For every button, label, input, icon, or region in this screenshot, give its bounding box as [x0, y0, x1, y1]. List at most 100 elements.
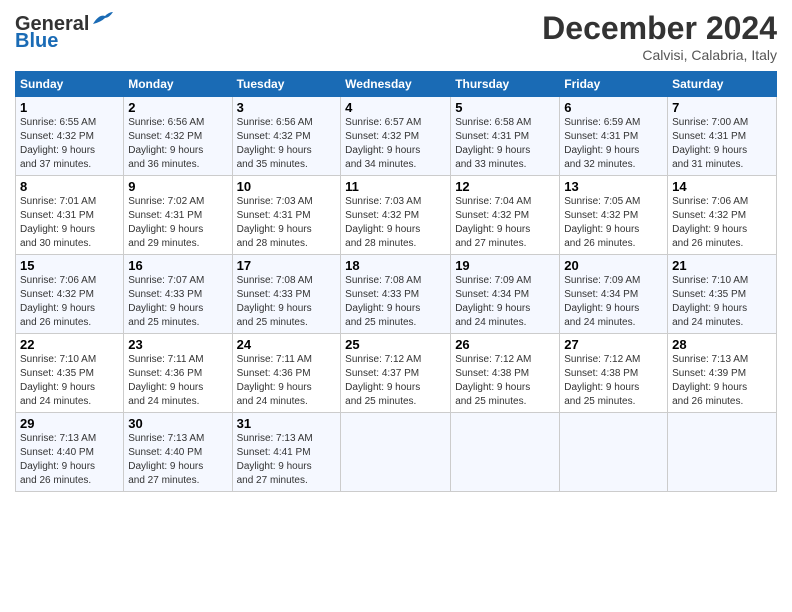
day-number: 13 [564, 179, 663, 194]
calendar-cell: 15Sunrise: 7:06 AM Sunset: 4:32 PM Dayli… [16, 255, 124, 334]
day-number: 24 [237, 337, 337, 352]
day-number: 15 [20, 258, 119, 273]
day-number: 8 [20, 179, 119, 194]
day-number: 26 [455, 337, 555, 352]
day-number: 23 [128, 337, 227, 352]
day-info: Sunrise: 7:10 AM Sunset: 4:35 PM Dayligh… [672, 274, 772, 330]
location-subtitle: Calvisi, Calabria, Italy [542, 47, 777, 63]
day-number: 31 [237, 416, 337, 431]
day-info: Sunrise: 7:09 AM Sunset: 4:34 PM Dayligh… [455, 274, 555, 330]
day-info: Sunrise: 7:08 AM Sunset: 4:33 PM Dayligh… [345, 274, 446, 330]
day-info: Sunrise: 7:00 AM Sunset: 4:31 PM Dayligh… [672, 116, 772, 172]
calendar-week-row: 29Sunrise: 7:13 AM Sunset: 4:40 PM Dayli… [16, 413, 777, 492]
calendar-cell: 23Sunrise: 7:11 AM Sunset: 4:36 PM Dayli… [124, 334, 232, 413]
calendar-header-thursday: Thursday [451, 72, 560, 97]
calendar-cell: 27Sunrise: 7:12 AM Sunset: 4:38 PM Dayli… [560, 334, 668, 413]
calendar-cell: 9Sunrise: 7:02 AM Sunset: 4:31 PM Daylig… [124, 176, 232, 255]
calendar-cell: 8Sunrise: 7:01 AM Sunset: 4:31 PM Daylig… [16, 176, 124, 255]
page-header: General Blue December 2024 Calvisi, Cala… [15, 10, 777, 63]
calendar-header-tuesday: Tuesday [232, 72, 341, 97]
calendar-cell: 17Sunrise: 7:08 AM Sunset: 4:33 PM Dayli… [232, 255, 341, 334]
calendar-week-row: 1Sunrise: 6:55 AM Sunset: 4:32 PM Daylig… [16, 97, 777, 176]
calendar-cell [560, 413, 668, 492]
day-info: Sunrise: 7:04 AM Sunset: 4:32 PM Dayligh… [455, 195, 555, 251]
calendar-cell [451, 413, 560, 492]
day-info: Sunrise: 7:13 AM Sunset: 4:40 PM Dayligh… [20, 432, 119, 488]
day-number: 14 [672, 179, 772, 194]
calendar-cell: 14Sunrise: 7:06 AM Sunset: 4:32 PM Dayli… [668, 176, 777, 255]
day-number: 2 [128, 100, 227, 115]
day-info: Sunrise: 6:56 AM Sunset: 4:32 PM Dayligh… [237, 116, 337, 172]
calendar-cell: 6Sunrise: 6:59 AM Sunset: 4:31 PM Daylig… [560, 97, 668, 176]
calendar-cell: 31Sunrise: 7:13 AM Sunset: 4:41 PM Dayli… [232, 413, 341, 492]
day-info: Sunrise: 6:57 AM Sunset: 4:32 PM Dayligh… [345, 116, 446, 172]
day-info: Sunrise: 6:55 AM Sunset: 4:32 PM Dayligh… [20, 116, 119, 172]
day-info: Sunrise: 7:10 AM Sunset: 4:35 PM Dayligh… [20, 353, 119, 409]
day-number: 20 [564, 258, 663, 273]
calendar-cell: 12Sunrise: 7:04 AM Sunset: 4:32 PM Dayli… [451, 176, 560, 255]
day-info: Sunrise: 7:07 AM Sunset: 4:33 PM Dayligh… [128, 274, 227, 330]
day-info: Sunrise: 6:56 AM Sunset: 4:32 PM Dayligh… [128, 116, 227, 172]
day-info: Sunrise: 7:13 AM Sunset: 4:40 PM Dayligh… [128, 432, 227, 488]
calendar-cell: 25Sunrise: 7:12 AM Sunset: 4:37 PM Dayli… [341, 334, 451, 413]
calendar-cell: 3Sunrise: 6:56 AM Sunset: 4:32 PM Daylig… [232, 97, 341, 176]
calendar-cell: 22Sunrise: 7:10 AM Sunset: 4:35 PM Dayli… [16, 334, 124, 413]
day-number: 21 [672, 258, 772, 273]
day-number: 1 [20, 100, 119, 115]
day-number: 3 [237, 100, 337, 115]
calendar-cell: 1Sunrise: 6:55 AM Sunset: 4:32 PM Daylig… [16, 97, 124, 176]
day-number: 30 [128, 416, 227, 431]
day-number: 7 [672, 100, 772, 115]
title-block: December 2024 Calvisi, Calabria, Italy [542, 10, 777, 63]
calendar-week-row: 22Sunrise: 7:10 AM Sunset: 4:35 PM Dayli… [16, 334, 777, 413]
day-info: Sunrise: 7:09 AM Sunset: 4:34 PM Dayligh… [564, 274, 663, 330]
calendar-week-row: 15Sunrise: 7:06 AM Sunset: 4:32 PM Dayli… [16, 255, 777, 334]
day-info: Sunrise: 7:13 AM Sunset: 4:41 PM Dayligh… [237, 432, 337, 488]
calendar-cell: 13Sunrise: 7:05 AM Sunset: 4:32 PM Dayli… [560, 176, 668, 255]
day-info: Sunrise: 7:03 AM Sunset: 4:31 PM Dayligh… [237, 195, 337, 251]
day-info: Sunrise: 7:12 AM Sunset: 4:38 PM Dayligh… [455, 353, 555, 409]
calendar-header-wednesday: Wednesday [341, 72, 451, 97]
day-info: Sunrise: 7:03 AM Sunset: 4:32 PM Dayligh… [345, 195, 446, 251]
day-number: 9 [128, 179, 227, 194]
calendar-cell: 24Sunrise: 7:11 AM Sunset: 4:36 PM Dayli… [232, 334, 341, 413]
calendar-week-row: 8Sunrise: 7:01 AM Sunset: 4:31 PM Daylig… [16, 176, 777, 255]
calendar-cell: 30Sunrise: 7:13 AM Sunset: 4:40 PM Dayli… [124, 413, 232, 492]
day-number: 17 [237, 258, 337, 273]
logo-blue: Blue [15, 30, 58, 53]
calendar-header-saturday: Saturday [668, 72, 777, 97]
day-number: 4 [345, 100, 446, 115]
day-number: 19 [455, 258, 555, 273]
day-number: 12 [455, 179, 555, 194]
calendar-header-monday: Monday [124, 72, 232, 97]
day-info: Sunrise: 7:13 AM Sunset: 4:39 PM Dayligh… [672, 353, 772, 409]
calendar-cell: 2Sunrise: 6:56 AM Sunset: 4:32 PM Daylig… [124, 97, 232, 176]
calendar-cell: 10Sunrise: 7:03 AM Sunset: 4:31 PM Dayli… [232, 176, 341, 255]
day-number: 28 [672, 337, 772, 352]
day-info: Sunrise: 6:58 AM Sunset: 4:31 PM Dayligh… [455, 116, 555, 172]
day-number: 5 [455, 100, 555, 115]
day-info: Sunrise: 7:06 AM Sunset: 4:32 PM Dayligh… [20, 274, 119, 330]
day-info: Sunrise: 7:12 AM Sunset: 4:37 PM Dayligh… [345, 353, 446, 409]
calendar-table: SundayMondayTuesdayWednesdayThursdayFrid… [15, 71, 777, 492]
day-info: Sunrise: 7:02 AM Sunset: 4:31 PM Dayligh… [128, 195, 227, 251]
day-number: 29 [20, 416, 119, 431]
month-title: December 2024 [542, 10, 777, 47]
calendar-header-sunday: Sunday [16, 72, 124, 97]
calendar-cell: 28Sunrise: 7:13 AM Sunset: 4:39 PM Dayli… [668, 334, 777, 413]
calendar-cell: 7Sunrise: 7:00 AM Sunset: 4:31 PM Daylig… [668, 97, 777, 176]
calendar-cell: 5Sunrise: 6:58 AM Sunset: 4:31 PM Daylig… [451, 97, 560, 176]
day-number: 11 [345, 179, 446, 194]
calendar-cell: 26Sunrise: 7:12 AM Sunset: 4:38 PM Dayli… [451, 334, 560, 413]
day-info: Sunrise: 7:11 AM Sunset: 4:36 PM Dayligh… [128, 353, 227, 409]
day-info: Sunrise: 7:06 AM Sunset: 4:32 PM Dayligh… [672, 195, 772, 251]
calendar-cell [668, 413, 777, 492]
day-number: 25 [345, 337, 446, 352]
day-info: Sunrise: 7:11 AM Sunset: 4:36 PM Dayligh… [237, 353, 337, 409]
calendar-cell: 20Sunrise: 7:09 AM Sunset: 4:34 PM Dayli… [560, 255, 668, 334]
day-info: Sunrise: 6:59 AM Sunset: 4:31 PM Dayligh… [564, 116, 663, 172]
day-number: 22 [20, 337, 119, 352]
calendar-cell: 4Sunrise: 6:57 AM Sunset: 4:32 PM Daylig… [341, 97, 451, 176]
day-number: 6 [564, 100, 663, 115]
calendar-body: 1Sunrise: 6:55 AM Sunset: 4:32 PM Daylig… [16, 97, 777, 492]
